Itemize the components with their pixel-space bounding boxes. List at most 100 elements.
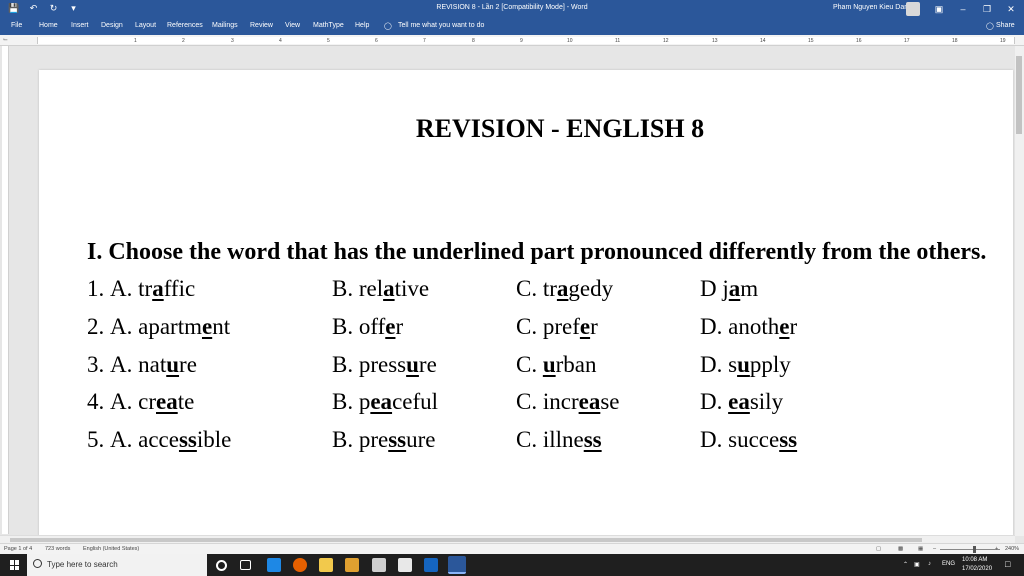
- underlined-part: a: [728, 276, 741, 301]
- underlined-part: e: [201, 314, 213, 339]
- minimize-icon[interactable]: –: [956, 2, 970, 16]
- word-part: m: [740, 276, 759, 301]
- word-part: anoth: [728, 314, 780, 339]
- answer-option: D. supply: [700, 352, 791, 378]
- tab-references[interactable]: References: [167, 22, 203, 29]
- answer-option: C. tragedy: [516, 276, 613, 302]
- tab-help[interactable]: Help: [355, 22, 369, 29]
- tab-mailings[interactable]: Mailings: [212, 22, 238, 29]
- tab-review[interactable]: Review: [250, 22, 273, 29]
- input-language[interactable]: ENG: [942, 561, 955, 567]
- word-part: acce: [138, 427, 179, 452]
- tab-file[interactable]: File: [11, 22, 22, 29]
- store-icon[interactable]: [372, 558, 386, 572]
- search-icon: [33, 559, 42, 568]
- mail-icon[interactable]: [398, 558, 412, 572]
- underlined-part: ea: [578, 389, 601, 414]
- ribbon-tabs: File Home Insert Design Layout Reference…: [0, 18, 1024, 35]
- clock-time[interactable]: 10:08 AM: [962, 557, 987, 563]
- word-part: pply: [749, 352, 791, 377]
- word-part: r: [395, 314, 404, 339]
- app-icon[interactable]: [424, 558, 438, 572]
- user-name[interactable]: Pham Nguyen Kieu Dan: [833, 4, 908, 11]
- tab-design[interactable]: Design: [101, 22, 123, 29]
- underlined-part: ss: [583, 427, 602, 452]
- restore-icon[interactable]: ❐: [980, 2, 994, 16]
- word-part: apartm: [138, 314, 202, 339]
- word-part: ure: [406, 427, 436, 452]
- print-layout-icon[interactable]: ▩: [898, 546, 903, 552]
- answer-option: B. relative: [332, 276, 429, 302]
- language-status[interactable]: English (United States): [83, 546, 139, 552]
- answer-option: A. create: [110, 389, 194, 415]
- ruler-number: 8: [472, 38, 475, 44]
- cortana-icon[interactable]: [216, 560, 227, 571]
- zoom-in-icon[interactable]: +: [995, 546, 998, 552]
- word-part: p: [358, 389, 371, 414]
- share-button[interactable]: Share: [996, 22, 1015, 29]
- tab-mathtype[interactable]: MathType: [313, 22, 344, 29]
- option-label: A.: [110, 276, 133, 301]
- title-bar: 💾 ↶ ↻ ▾ REVISION 8 - Lần 2 [Compatibilit…: [0, 0, 1024, 18]
- answer-option: B. peaceful: [332, 389, 438, 415]
- section-heading: I. Choose the word that has the underlin…: [87, 239, 987, 265]
- option-label: A.: [110, 427, 133, 452]
- network-icon[interactable]: ▣: [914, 561, 920, 568]
- avatar[interactable]: [906, 2, 920, 16]
- answer-option: A. nature: [110, 352, 197, 378]
- word-part: rel: [358, 276, 384, 301]
- tab-selector-icon[interactable]: ⌙: [3, 36, 8, 43]
- word-part: tr: [542, 276, 557, 301]
- page-count[interactable]: Page 1 of 4: [4, 546, 32, 552]
- taskbar-search[interactable]: Type here to search: [27, 554, 207, 576]
- tab-home[interactable]: Home: [39, 22, 58, 29]
- clock-date[interactable]: 17/02/2020: [962, 566, 992, 572]
- media-player-icon[interactable]: [345, 558, 359, 572]
- tab-view[interactable]: View: [285, 22, 300, 29]
- ruler-number: 18: [952, 38, 958, 44]
- zoom-out-icon[interactable]: –: [933, 546, 936, 552]
- option-label: D: [700, 276, 717, 301]
- ruler-number: 19: [1000, 38, 1006, 44]
- notifications-icon[interactable]: □: [1005, 559, 1010, 569]
- windows-start-icon[interactable]: [10, 560, 20, 570]
- word-part: se: [600, 389, 620, 414]
- option-label: C.: [516, 276, 538, 301]
- ribbon-display-options-icon[interactable]: ▣: [932, 2, 946, 16]
- zoom-slider-knob[interactable]: [973, 546, 976, 553]
- underlined-part: ea: [728, 389, 750, 414]
- word-part: rban: [555, 352, 597, 377]
- edge-icon[interactable]: [267, 558, 281, 572]
- word-part: ffic: [163, 276, 196, 301]
- word-part: re: [179, 352, 197, 377]
- scroll-thumb[interactable]: [1016, 56, 1022, 134]
- question-number: 4.: [87, 389, 105, 414]
- file-explorer-icon[interactable]: [319, 558, 333, 572]
- ruler-number: 9: [520, 38, 523, 44]
- web-layout-icon[interactable]: ▦: [918, 546, 923, 552]
- close-icon[interactable]: ✕: [1004, 2, 1018, 16]
- answer-option: C. urban: [516, 352, 597, 378]
- answer-option: C. prefer: [516, 314, 598, 340]
- read-mode-icon[interactable]: ▢: [876, 546, 881, 552]
- zoom-level[interactable]: 240%: [1005, 546, 1019, 552]
- chevron-up-icon[interactable]: ⌃: [903, 561, 908, 568]
- answer-option: B. offer: [332, 314, 403, 340]
- ruler-track[interactable]: 1 2 3 4 5 6 7 8 9 10 11 12 13 14 15 16 1…: [37, 37, 1015, 44]
- word-count[interactable]: 723 words: [45, 546, 70, 552]
- tell-me-search[interactable]: Tell me what you want to do: [398, 22, 484, 29]
- tab-layout[interactable]: Layout: [135, 22, 156, 29]
- scroll-thumb[interactable]: [10, 538, 922, 542]
- firefox-icon[interactable]: [293, 558, 307, 572]
- underlined-part: u: [737, 352, 750, 377]
- tab-insert[interactable]: Insert: [71, 22, 89, 29]
- vertical-scrollbar[interactable]: [1015, 46, 1024, 536]
- underlined-part: ss: [779, 427, 798, 452]
- zoom-slider[interactable]: [940, 549, 1000, 550]
- underlined-part: u: [406, 352, 419, 377]
- word-app-icon[interactable]: [448, 556, 466, 574]
- horizontal-scrollbar[interactable]: [0, 535, 1015, 543]
- volume-icon[interactable]: ♪: [928, 561, 931, 567]
- underlined-part: e: [579, 314, 591, 339]
- task-view-icon[interactable]: [240, 560, 251, 570]
